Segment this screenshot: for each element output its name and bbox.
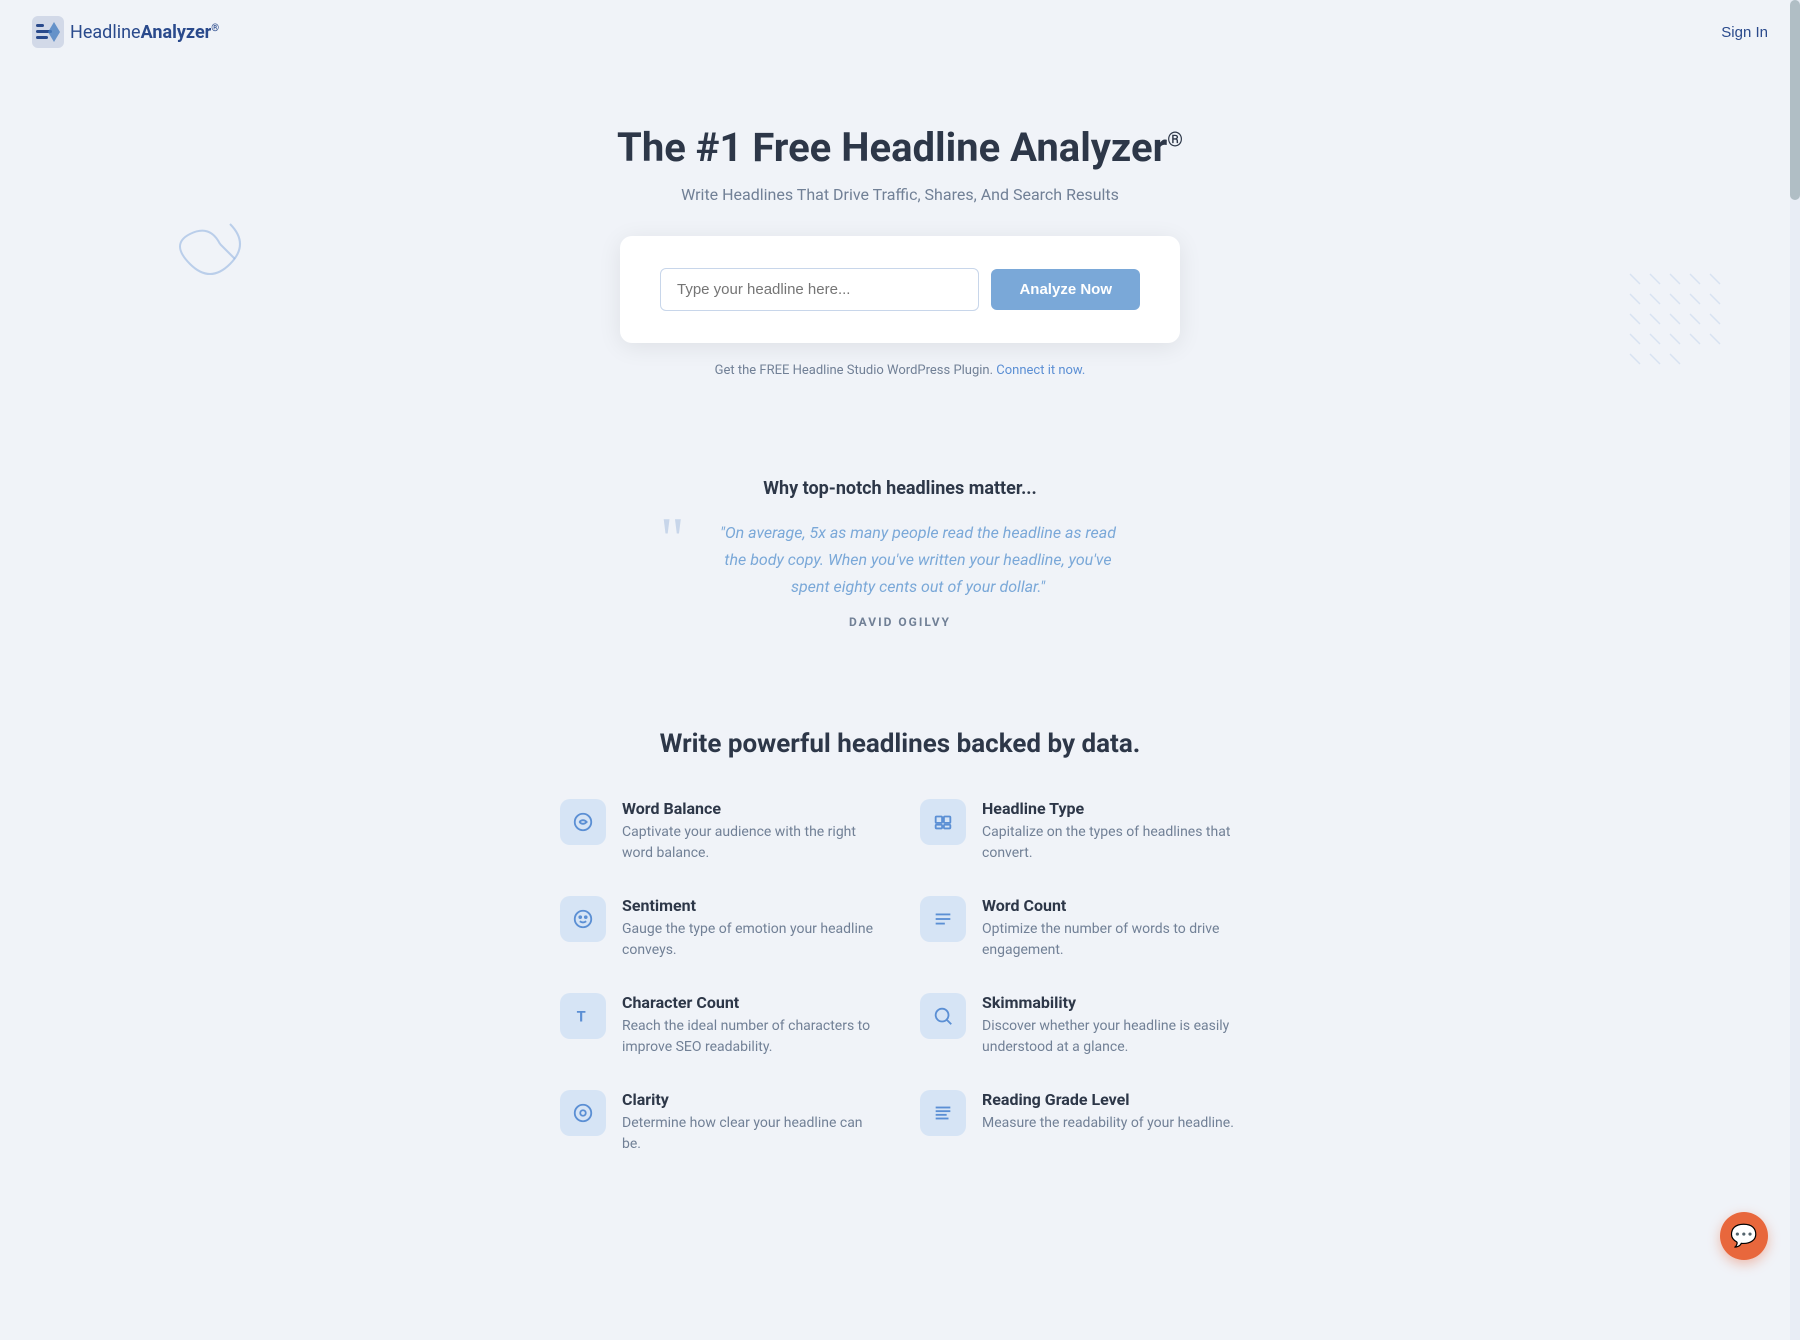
plugin-connect-link[interactable]: Connect it now. — [996, 363, 1085, 378]
why-section: Why top-notch headlines matter... " "On … — [0, 438, 1800, 689]
feature-icon-sentiment — [560, 896, 606, 942]
features-section: Write powerful headlines backed by data.… — [0, 689, 1800, 1215]
feature-icon-word-count — [920, 896, 966, 942]
feature-item-character-count: T Character Count Reach the ideal number o… — [560, 993, 880, 1058]
quote-block: " "On average, 5x as many people read th… — [660, 519, 1140, 629]
feature-name-word-balance: Word Balance — [622, 799, 880, 818]
feature-name-skimmability: Skimmability — [982, 993, 1240, 1012]
logo-icon — [32, 16, 64, 48]
feature-desc-word-balance: Captivate your audience with the right w… — [622, 822, 880, 864]
feature-icon-word-balance — [560, 799, 606, 845]
feature-desc-word-count: Optimize the number of words to drive en… — [982, 919, 1240, 961]
feature-item-sentiment: Sentiment Gauge the type of emotion your … — [560, 896, 880, 961]
feature-item-headline-type: Headline Type Capitalize on the types of … — [920, 799, 1240, 864]
feature-item-word-count: Word Count Optimize the number of words t… — [920, 896, 1240, 961]
swirl-decoration — [160, 204, 260, 304]
feature-name-word-count: Word Count — [982, 896, 1240, 915]
navbar: HeadlineAnalyzer® Sign In — [0, 0, 1800, 64]
quote-text: "On average, 5x as many people read the … — [680, 519, 1120, 601]
quote-author: DAVID OGILVY — [680, 615, 1120, 629]
svg-text:T: T — [577, 1007, 586, 1025]
quote-marks: " — [660, 509, 685, 569]
feature-desc-skimmability: Discover whether your headline is easily… — [982, 1016, 1240, 1058]
feature-item-word-balance: Word Balance Captivate your audience with… — [560, 799, 880, 864]
feature-item-clarity: Clarity Determine how clear your headline… — [560, 1090, 880, 1155]
search-container: Analyze Now — [620, 236, 1180, 343]
logo[interactable]: HeadlineAnalyzer® — [32, 16, 219, 48]
feature-name-sentiment: Sentiment — [622, 896, 880, 915]
sign-in-button[interactable]: Sign In — [1721, 24, 1768, 41]
feature-icon-character-count: T — [560, 993, 606, 1039]
feature-desc-character-count: Reach the ideal number of characters to … — [622, 1016, 880, 1058]
feature-name-reading-grade-level: Reading Grade Level — [982, 1090, 1234, 1109]
hero-subtitle: Write Headlines That Drive Traffic, Shar… — [20, 185, 1780, 204]
feature-desc-clarity: Determine how clear your headline can be… — [622, 1113, 880, 1155]
feature-icon-reading-grade-level — [920, 1090, 966, 1136]
features-title: Write powerful headlines backed by data. — [20, 729, 1780, 759]
feature-item-skimmability: Skimmability Discover whether your headli… — [920, 993, 1240, 1058]
features-grid: Word Balance Captivate your audience with… — [560, 799, 1240, 1155]
why-title: Why top-notch headlines matter... — [20, 478, 1780, 499]
feature-icon-skimmability — [920, 993, 966, 1039]
feature-icon-headline-type — [920, 799, 966, 845]
feature-desc-sentiment: Gauge the type of emotion your headline … — [622, 919, 880, 961]
feature-icon-clarity — [560, 1090, 606, 1136]
feature-name-clarity: Clarity — [622, 1090, 880, 1109]
hero-title: The #1 Free Headline Analyzer® — [20, 124, 1780, 171]
dots-decoration — [1620, 264, 1740, 384]
headline-input[interactable] — [660, 268, 979, 311]
chat-button[interactable]: 💬 — [1720, 1212, 1768, 1260]
analyze-button[interactable]: Analyze Now — [991, 269, 1140, 310]
logo-text: HeadlineAnalyzer® — [70, 22, 219, 43]
plugin-notice: Get the FREE Headline Studio WordPress P… — [20, 363, 1780, 378]
feature-name-character-count: Character Count — [622, 993, 880, 1012]
feature-item-reading-grade-level: Reading Grade Level Measure the readabili… — [920, 1090, 1240, 1155]
feature-desc-reading-grade-level: Measure the readability of your headline… — [982, 1113, 1234, 1134]
feature-name-headline-type: Headline Type — [982, 799, 1240, 818]
feature-desc-headline-type: Capitalize on the types of headlines tha… — [982, 822, 1240, 864]
hero-section: The #1 Free Headline Analyzer® Write Hea… — [0, 64, 1800, 438]
